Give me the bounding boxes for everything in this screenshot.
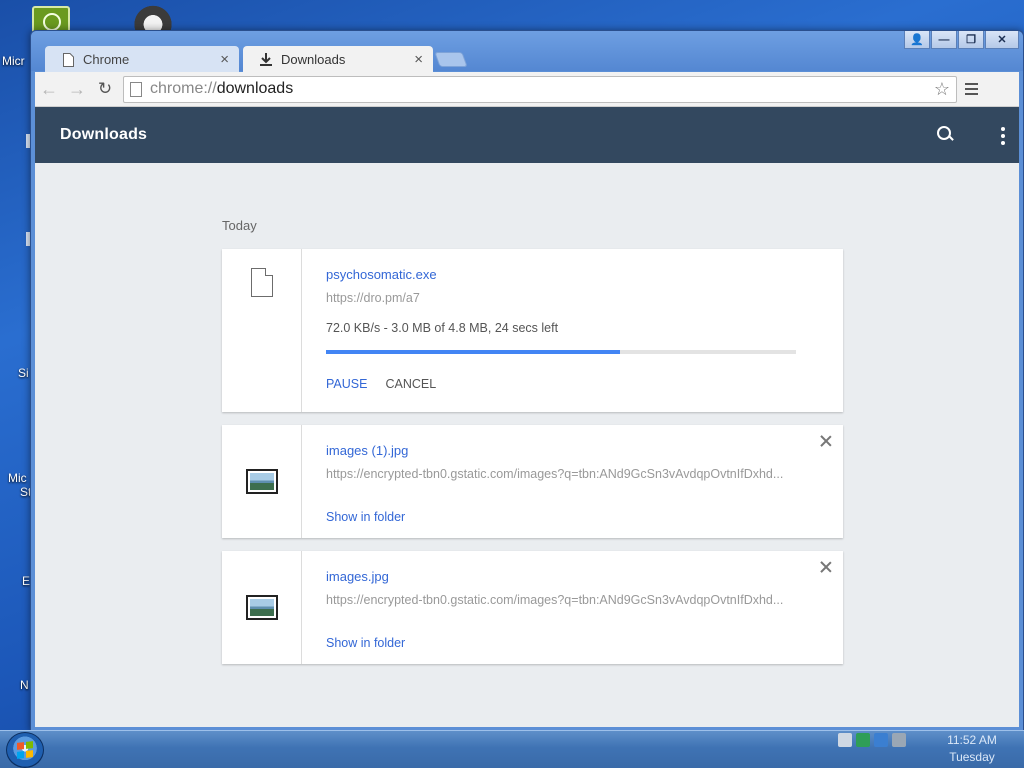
download-details: images.jpg https://encrypted-tbn0.gstati… — [302, 551, 843, 664]
menu-line — [965, 88, 978, 90]
window-close-button[interactable]: ✕ — [985, 31, 1019, 49]
system-tray — [838, 733, 906, 747]
forward-button[interactable]: → — [63, 75, 91, 103]
network-icon[interactable] — [856, 733, 870, 747]
title-bar[interactable]: Chrome × Downloads × 👤 — ❐ ✕ — [31, 31, 1023, 73]
menu-line — [965, 93, 978, 95]
show-in-folder-link[interactable]: Show in folder — [326, 636, 405, 650]
file-icon-column — [222, 425, 302, 538]
desktop-icon-label[interactable]: Micr — [2, 54, 25, 68]
downloads-header: Downloads — [35, 107, 1019, 163]
user-profile-button[interactable]: 👤 — [904, 31, 930, 49]
minimize-button[interactable]: — — [931, 31, 957, 49]
start-button[interactable] — [6, 732, 44, 768]
desktop-icon-label[interactable]: Si — [18, 366, 29, 380]
more-vert-icon[interactable] — [1001, 127, 1005, 145]
show-in-folder-link[interactable]: Show in folder — [326, 510, 405, 524]
window-controls: 👤 — ❐ ✕ — [904, 31, 1019, 49]
tab-label: Chrome — [83, 52, 130, 67]
close-icon[interactable]: × — [220, 51, 229, 68]
menu-dot — [1001, 127, 1005, 131]
taskbar-clock[interactable]: 11:52 AM Tuesday — [942, 732, 1002, 766]
browser-toolbar: ← → ↻ chrome://downloads ☆ — [35, 72, 1019, 107]
page-title: Downloads — [60, 126, 148, 143]
reload-button[interactable]: ↻ — [91, 75, 119, 103]
back-button[interactable]: ← — [35, 75, 63, 103]
document-icon — [251, 268, 273, 297]
address-bar[interactable]: chrome://downloads ☆ — [123, 75, 957, 103]
maximize-button[interactable]: ❐ — [958, 31, 984, 49]
close-icon[interactable]: × — [414, 51, 423, 68]
download-item: images (1).jpg https://encrypted-tbn0.gs… — [222, 425, 843, 538]
page-icon — [130, 81, 142, 97]
image-file-icon — [246, 595, 278, 620]
desktop-icon-label[interactable]: N — [20, 678, 29, 692]
image-file-icon — [246, 469, 278, 494]
url-path: downloads — [216, 80, 294, 97]
remove-download-close-icon[interactable] — [819, 560, 833, 574]
taskbar: 11:52 AM Tuesday — [0, 730, 1024, 768]
source-url-link[interactable]: https://dro.pm/a7 — [326, 291, 796, 305]
remove-download-close-icon[interactable] — [819, 434, 833, 448]
progress-bar-fill — [326, 350, 620, 354]
image-thumbnail — [250, 599, 274, 616]
source-url-link[interactable]: https://encrypted-tbn0.gstatic.com/image… — [326, 593, 796, 607]
tab-chrome[interactable]: Chrome × — [45, 46, 239, 73]
tab-downloads[interactable]: Downloads × — [243, 46, 433, 73]
tab-label: Downloads — [281, 52, 346, 67]
download-item: psychosomatic.exe https://dro.pm/a7 72.0… — [222, 249, 843, 412]
page-icon — [61, 52, 75, 67]
downloads-page: Downloads Today psychosomatic.exe https:… — [35, 107, 1019, 727]
download-details: images (1).jpg https://encrypted-tbn0.gs… — [302, 425, 843, 538]
desktop-icon-label[interactable]: Mic — [8, 471, 27, 485]
download-actions: PAUSE CANCEL — [326, 377, 819, 391]
file-icon-column — [222, 551, 302, 664]
image-thumbnail — [250, 473, 274, 490]
download-icon — [259, 53, 273, 67]
menu-dot — [1001, 134, 1005, 138]
menu-line — [965, 83, 978, 85]
progress-bar — [326, 350, 796, 354]
url-scheme: chrome:// — [150, 80, 217, 97]
file-name-link[interactable]: psychosomatic.exe — [326, 267, 437, 282]
clock-time: 11:52 AM — [947, 733, 997, 747]
download-item: images.jpg https://encrypted-tbn0.gstati… — [222, 551, 843, 664]
windows-logo-icon — [17, 741, 33, 759]
search-icon[interactable] — [935, 124, 957, 146]
new-tab-button[interactable] — [434, 52, 468, 67]
keyboard-icon[interactable] — [838, 733, 852, 747]
clock-day: Tuesday — [949, 750, 995, 764]
bookmark-star-icon[interactable]: ☆ — [934, 79, 950, 100]
file-name-link[interactable]: images.jpg — [326, 569, 389, 584]
desktop-icon-label[interactable]: E — [22, 574, 30, 588]
pause-button[interactable]: PAUSE — [326, 377, 367, 391]
source-url-link[interactable]: https://encrypted-tbn0.gstatic.com/image… — [326, 467, 796, 481]
download-details: psychosomatic.exe https://dro.pm/a7 72.0… — [302, 249, 843, 412]
file-name-link[interactable]: images (1).jpg — [326, 443, 408, 458]
chrome-menu-button[interactable] — [965, 83, 985, 95]
display-icon[interactable] — [874, 733, 888, 747]
menu-dot — [1001, 141, 1005, 145]
section-date-label: Today — [222, 218, 257, 233]
browser-window: Chrome × Downloads × 👤 — ❐ ✕ ← → ↻ chrom… — [30, 30, 1024, 732]
cancel-button[interactable]: CANCEL — [385, 377, 436, 391]
printer-icon[interactable] — [892, 733, 906, 747]
file-icon-column — [222, 249, 302, 412]
download-status: 72.0 KB/s - 3.0 MB of 4.8 MB, 24 secs le… — [326, 321, 559, 335]
